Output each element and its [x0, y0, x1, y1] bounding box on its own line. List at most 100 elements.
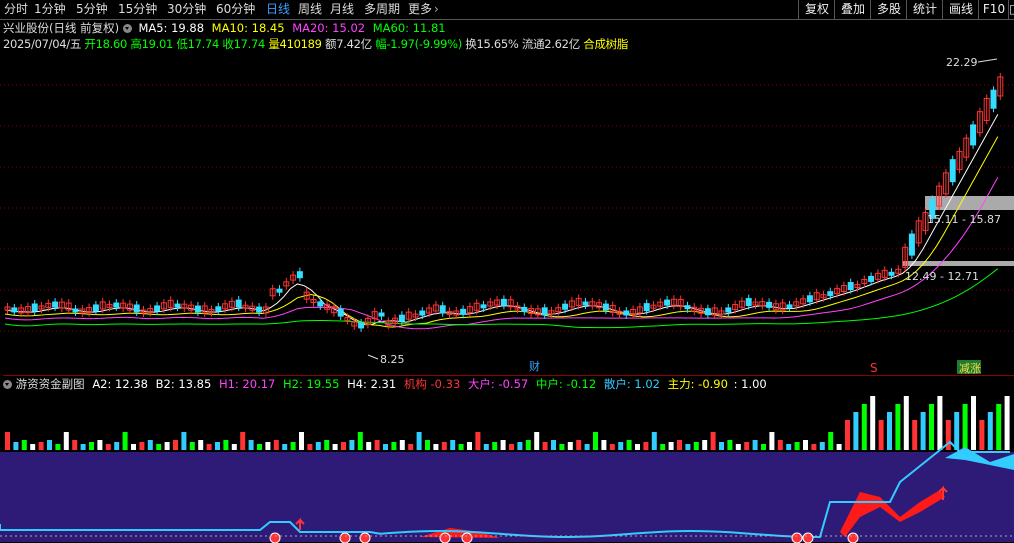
tab-monthly[interactable]: 月线	[330, 1, 354, 18]
dropdown-circle-icon[interactable]	[122, 24, 132, 33]
ma-lines	[4, 114, 999, 330]
fund-bar	[811, 444, 817, 450]
fund-bar	[500, 440, 506, 450]
fund-bar	[265, 442, 271, 450]
fund-bar	[299, 432, 304, 450]
candle-body	[358, 322, 365, 329]
tab-daily[interactable]: 日线	[266, 1, 290, 18]
price-gridlines	[0, 84, 1014, 332]
fund-bar	[962, 404, 968, 450]
candle-body	[541, 307, 548, 316]
fund-bar	[198, 440, 204, 450]
fund-bar	[391, 442, 397, 450]
fund-bar	[971, 396, 976, 450]
candle-body	[970, 124, 977, 146]
fund-bar	[719, 442, 724, 450]
fund-bar	[399, 440, 405, 450]
ind-h4: H4: 2.31	[347, 377, 397, 391]
finance-marker[interactable]: 财	[529, 359, 540, 373]
fund-bar	[492, 442, 498, 450]
indicator-chart[interactable]	[0, 392, 1014, 543]
fund-bar	[467, 442, 472, 450]
fund-bar	[920, 412, 926, 450]
fund-bar	[47, 440, 52, 450]
tab-fenshi[interactable]: 分时	[4, 1, 28, 18]
ind-b2: B2: 13.85	[155, 377, 212, 391]
candle-body	[582, 301, 589, 306]
multi-stock-button[interactable]: 多股	[870, 0, 907, 19]
tab-30min[interactable]: 30分钟	[167, 1, 206, 18]
quote-low: 低17.74	[176, 37, 220, 51]
indicator-dropdown-icon[interactable]	[3, 380, 12, 389]
tab-multi-period[interactable]: 多周期	[364, 1, 400, 18]
candle-body	[602, 303, 609, 311]
fund-bar	[668, 442, 674, 450]
fund-bar	[525, 440, 531, 450]
ind-main-force: 主力: -0.90	[667, 377, 728, 391]
fund-bar	[357, 432, 363, 450]
window-icon[interactable]: □	[1008, 0, 1014, 19]
fund-bar	[164, 442, 170, 450]
fund-bar	[131, 444, 136, 450]
quote-concept[interactable]: 合成树脂	[583, 37, 628, 51]
ind-retail: 散户: 1.02	[603, 377, 660, 391]
overlay-button[interactable]: 叠加	[834, 0, 871, 19]
zone-band	[925, 196, 1014, 210]
fund-bar	[290, 442, 296, 450]
fund-bar	[425, 440, 430, 450]
chevron-right-icon[interactable]: ›	[434, 1, 439, 18]
fund-bar	[458, 444, 464, 450]
candle-body	[643, 303, 650, 312]
period-toolbar: 分时 1分钟 5分钟 15分钟 30分钟 60分钟 日线 周线 月线 多周期 更…	[0, 0, 1014, 20]
fund-bar	[609, 444, 615, 450]
fund-bar	[206, 444, 212, 450]
fund-bar	[21, 440, 27, 450]
fuquan-button[interactable]: 复权	[798, 0, 835, 19]
tab-1min[interactable]: 1分钟	[34, 1, 66, 18]
zone1-label: 15.11 - 15.87	[927, 213, 1001, 226]
candle-body	[378, 312, 385, 317]
candle-body	[500, 298, 507, 306]
fund-bar	[189, 442, 195, 450]
tab-5min[interactable]: 5分钟	[76, 1, 108, 18]
ma60-value: MA60: 11.81	[372, 21, 446, 35]
signal-marker-icon	[339, 532, 351, 543]
f10-button[interactable]: F10	[978, 0, 1009, 19]
ma-line	[4, 114, 999, 326]
fund-bar	[30, 444, 36, 450]
fund-bar	[870, 396, 876, 450]
fund-bar	[240, 432, 246, 450]
tab-15min[interactable]: 15分钟	[118, 1, 157, 18]
fund-bar	[307, 444, 313, 450]
indicator-header: 游资资金副图 A2: 12.38 B2: 13.85 H1: 20.17 H2:…	[3, 375, 1014, 392]
fund-bar	[635, 444, 640, 450]
candle-body	[868, 275, 875, 282]
fund-bar	[777, 440, 783, 450]
ind-a2: A2: 12.38	[92, 377, 148, 391]
fund-bar	[534, 432, 540, 450]
candle-body	[766, 301, 773, 308]
candle-body	[888, 271, 895, 276]
tab-more[interactable]: 更多	[408, 1, 432, 18]
tab-weekly[interactable]: 周线	[298, 1, 322, 18]
signal-marker-icon	[461, 532, 473, 543]
low-arrow-icon	[367, 354, 379, 360]
fund-bar	[542, 442, 548, 450]
fund-bar	[643, 442, 649, 450]
quote-open: 开18.60	[84, 37, 128, 51]
fund-bar	[156, 444, 162, 450]
candle-body	[154, 305, 161, 312]
signal-marker-icon	[791, 532, 803, 543]
draw-line-button[interactable]: 画线	[942, 0, 979, 19]
quote-high: 高19.01	[130, 37, 174, 51]
candle-body	[521, 306, 528, 312]
tab-60min[interactable]: 60分钟	[216, 1, 255, 18]
fund-bar	[576, 440, 582, 450]
fund-bar	[324, 440, 330, 450]
ind-institution: 机构 -0.33	[403, 377, 461, 391]
candle-body	[684, 305, 691, 310]
statistics-button[interactable]: 统计	[906, 0, 943, 19]
high-price-label: 22.29	[946, 56, 978, 69]
fund-bar	[651, 432, 657, 450]
candlestick-chart[interactable]: 22.29 8.25 15.11 - 15.87 12.49 - 12.71 财…	[0, 52, 1014, 374]
